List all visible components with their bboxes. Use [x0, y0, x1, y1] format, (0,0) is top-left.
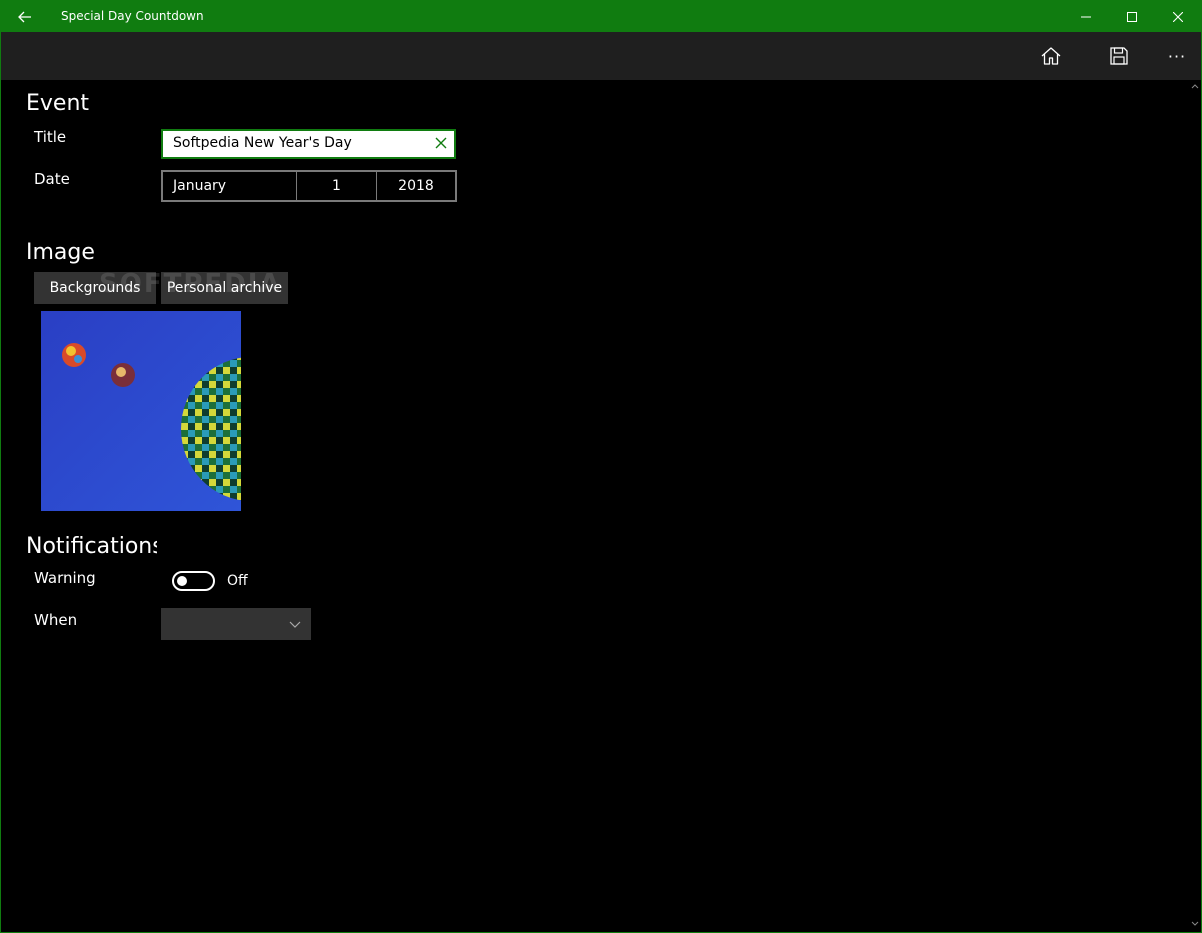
save-button[interactable]: [1095, 32, 1143, 80]
warning-toggle[interactable]: [172, 571, 215, 591]
date-picker[interactable]: January 1 2018: [161, 170, 457, 202]
chevron-down-icon: [289, 621, 301, 628]
date-year[interactable]: 2018: [377, 172, 455, 200]
title-label: Title: [34, 128, 67, 146]
vertical-scrollbar[interactable]: [1189, 80, 1201, 932]
title-bar: Special Day Countdown: [1, 1, 1201, 32]
image-heading: Image: [26, 240, 95, 265]
scroll-down-icon[interactable]: [1191, 920, 1199, 928]
maximize-icon: [1127, 11, 1137, 22]
title-input-value: Softpedia New Year's Day: [173, 135, 352, 151]
close-button[interactable]: [1155, 1, 1201, 32]
balloon-image: [41, 311, 241, 511]
window-title: Special Day Countdown: [61, 9, 204, 23]
minimize-button[interactable]: [1063, 1, 1109, 32]
command-bar: ···: [1, 32, 1201, 80]
home-button[interactable]: [1027, 32, 1075, 80]
event-heading: Event: [26, 91, 90, 116]
save-icon: [1110, 47, 1128, 65]
when-label: When: [34, 611, 78, 629]
date-label: Date: [34, 170, 70, 188]
back-arrow-icon: [18, 11, 31, 22]
image-preview[interactable]: [41, 311, 241, 511]
toggle-knob: [177, 576, 187, 586]
notifications-heading: Notifications: [26, 534, 157, 559]
when-dropdown[interactable]: [161, 608, 311, 640]
watermark-logo: SOFTPEDIA: [99, 269, 282, 299]
close-icon: [1173, 11, 1183, 22]
scroll-up-icon[interactable]: [1191, 82, 1199, 90]
date-month[interactable]: January: [163, 172, 297, 200]
maximize-button[interactable]: [1109, 1, 1155, 32]
more-icon: ···: [1167, 46, 1187, 66]
minimize-icon: [1081, 16, 1091, 17]
clear-icon[interactable]: [434, 136, 448, 150]
more-options-button[interactable]: ···: [1153, 32, 1201, 80]
app-window: Special Day Countdown ··· Event Title So…: [0, 0, 1202, 933]
back-button[interactable]: [1, 1, 49, 32]
warning-label: Warning: [34, 569, 96, 587]
warning-state: Off: [227, 573, 248, 589]
home-icon: [1041, 47, 1061, 65]
date-day[interactable]: 1: [297, 172, 377, 200]
title-input[interactable]: Softpedia New Year's Day: [161, 129, 456, 159]
